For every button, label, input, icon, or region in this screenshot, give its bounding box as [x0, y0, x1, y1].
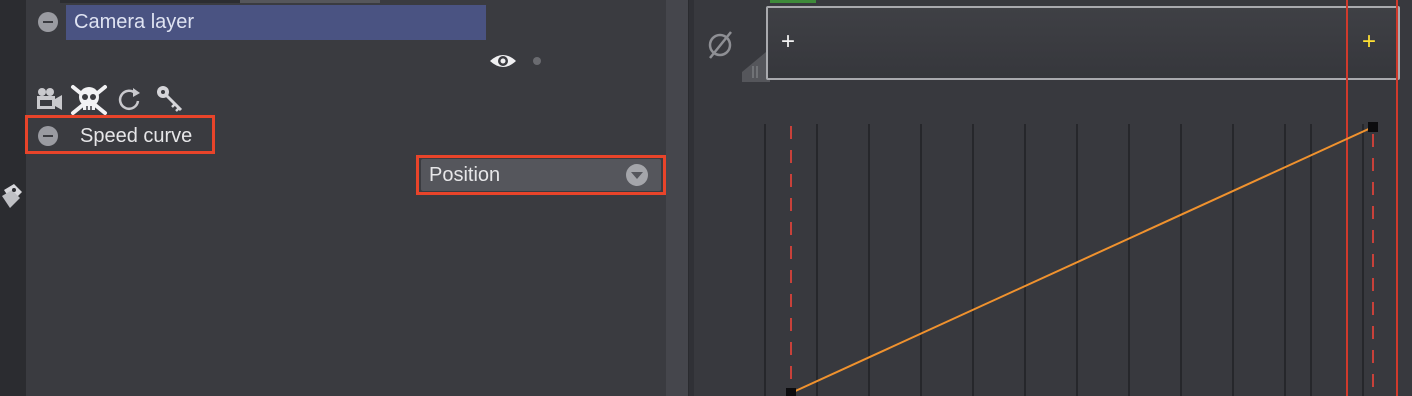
- collapse-speed-curve-button[interactable]: [38, 126, 58, 146]
- app-window: Camera layer Speed curve Position + +: [0, 0, 1412, 396]
- end-keyframe-handle: [1368, 122, 1378, 132]
- speed-curve-label[interactable]: Speed curve: [80, 124, 192, 148]
- reset-icon[interactable]: [115, 84, 143, 114]
- graph-gridlines: [764, 124, 1364, 396]
- chevron-down-icon: [625, 163, 649, 187]
- top-strip-highlight: [240, 0, 380, 3]
- camera-icon[interactable]: [35, 84, 63, 114]
- property-select-value: Position: [429, 164, 501, 186]
- skull-icon[interactable]: [70, 84, 108, 115]
- property-select[interactable]: Position: [421, 159, 661, 191]
- solo-dot-icon[interactable]: [533, 57, 541, 65]
- camera-layer-row[interactable]: Camera layer: [66, 5, 486, 40]
- layer-panel: [26, 0, 666, 396]
- camera-layer-label: Camera layer: [74, 11, 195, 33]
- splitter-handle[interactable]: [666, 0, 689, 396]
- collapse-camera-layer-button[interactable]: [38, 12, 58, 32]
- speed-curve-graph: [764, 0, 1398, 396]
- start-keyframe-handle: [786, 388, 796, 396]
- key-icon[interactable]: [155, 84, 185, 114]
- panel-splitter[interactable]: [666, 0, 694, 396]
- tags-icon[interactable]: [0, 180, 26, 214]
- eye-icon[interactable]: [489, 51, 517, 71]
